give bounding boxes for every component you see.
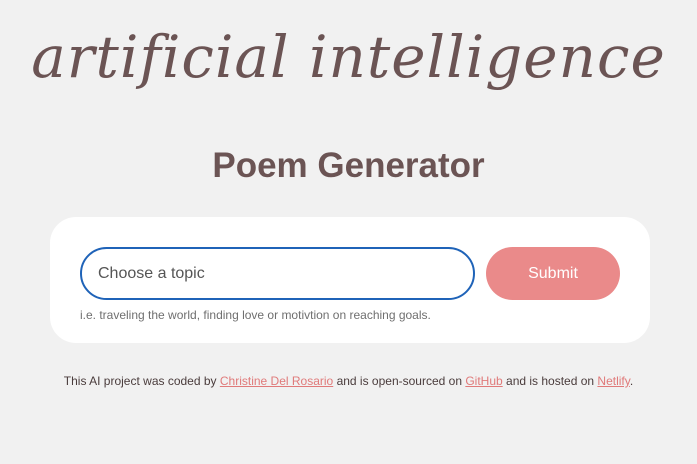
poem-form-card: Submit i.e. traveling the world, finding…	[50, 217, 650, 343]
page-title: Poem Generator	[212, 146, 485, 185]
footer-text: This AI project was coded by	[63, 374, 220, 388]
topic-input[interactable]	[80, 247, 475, 300]
author-link[interactable]: Christine Del Rosario	[220, 374, 333, 388]
netlify-link[interactable]: Netlify	[597, 374, 629, 388]
footer-text: and is open-sourced on	[333, 374, 466, 388]
github-link[interactable]: GitHub	[465, 374, 502, 388]
footer: This AI project was coded by Christine D…	[0, 374, 697, 388]
script-heading: artificial intelligence	[31, 23, 666, 91]
footer-text: .	[629, 374, 634, 388]
page: artificial intelligence Poem Generator S…	[0, 0, 697, 464]
submit-button[interactable]: Submit	[486, 247, 620, 300]
topic-hint: i.e. traveling the world, finding love o…	[80, 308, 431, 322]
footer-text: and is hosted on	[502, 374, 598, 388]
